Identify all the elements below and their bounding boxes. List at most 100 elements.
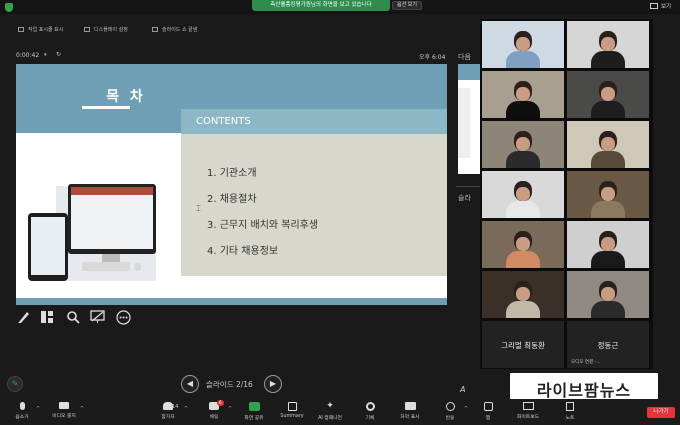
participant-video-tile[interactable] [567,271,649,318]
summary-button[interactable]: Summary [272,402,312,419]
participant-name: 그리멀 최동환 [501,341,545,350]
reaction-icon [445,402,455,411]
video-options-chevron-icon[interactable]: ^ [80,406,84,412]
slide-counter: 슬라이드 2/16 [206,380,253,389]
participant-face [516,37,530,51]
participant-face [516,137,530,151]
participant-face [516,87,530,101]
participant-count: 14 [172,404,179,410]
leave-button[interactable]: 나가기 [647,407,675,418]
slide-title: 목 차 [106,89,146,105]
audio-connection-status: 오디오 연결 -... [571,360,601,365]
arrow-right-icon: ▶ [269,379,277,388]
participants-button[interactable]: 14 참가자 [148,402,188,420]
agenda-item: 4. 기타 채용정보 [207,246,279,257]
participant-video-tile[interactable] [482,271,564,318]
apps-icon [483,402,493,411]
record-icon [365,402,375,411]
participant-body [506,201,540,218]
participant-body [506,51,540,68]
participant-body [591,251,625,268]
participant-video-tile[interactable] [482,21,564,68]
notes-label: 슬라 [458,194,471,202]
mouse-cursor-icon: ⌶ [196,204,201,213]
agenda-item: 2. 채용절차 [207,194,257,205]
agenda-box: 1. 기관소개 2. 채용절차 3. 근무지 배치와 복리후생 4. 기타 채용… [181,134,447,276]
next-slide-button[interactable]: ▶ [264,375,282,393]
participant-video-tile[interactable] [567,21,649,68]
tablet-image [28,213,68,281]
show-taskbar-button[interactable]: 작업 표시줄 표시 [18,26,63,33]
participant-body [591,201,625,218]
more-options-icon[interactable] [116,310,131,325]
participant-video-tile[interactable] [567,171,649,218]
elapsed-timer: 0:00:42 [16,52,40,59]
annotate-button[interactable]: ✎ [7,376,23,392]
view-options-button[interactable]: 옵션 보기 [392,1,422,10]
participant-body [506,101,540,118]
zoom-icon[interactable] [66,310,80,324]
clock: 오후 6:04 [419,54,446,61]
title-underline [82,106,130,109]
ai-companion-button[interactable]: ✦ AI 컴패니언 [310,401,350,422]
whiteboards-label: 화이트보드 [516,415,540,420]
end-slideshow-button[interactable]: 슬라이드 쇼 끝냄 [152,26,197,33]
view-button[interactable]: 보기 [650,2,671,10]
participant-video-tile[interactable] [567,71,649,118]
microphone-icon [19,402,25,410]
pause-icon[interactable]: ⏸ [44,52,47,59]
slides-grid-icon[interactable] [40,310,54,324]
next-slide-thumbnail[interactable] [458,64,480,174]
whiteboards-button[interactable]: 화이트보드 [508,402,548,420]
display-settings-button[interactable]: 디스플레이 설정 [84,26,128,33]
stop-video-label: 비디오 중지 [52,414,76,419]
whiteboard-icon [522,402,534,410]
stop-video-button[interactable]: 비디오 중지 [44,402,84,419]
contents-heading: CONTENTS [181,109,447,134]
chat-chevron-icon[interactable]: ^ [228,406,232,412]
notes-button[interactable]: 노트 [550,402,590,421]
participant-name: 정동근 [597,341,619,350]
keyboard-image [82,262,130,271]
view-label: 보기 [661,4,672,10]
participant-body [591,151,625,168]
participant-video-tile[interactable] [482,171,564,218]
shield-icon[interactable] [5,3,13,12]
reset-timer-icon[interactable]: ↻ [56,51,61,58]
previous-slide-button[interactable]: ◀ [181,375,199,393]
participants-chevron-icon[interactable]: ^ [184,406,188,412]
pencil-icon: ✎ [11,379,19,388]
captions-icon [404,402,416,410]
pen-tool-icon[interactable] [17,310,31,324]
ai-label: AI 컴패니언 [318,416,342,421]
apps-button[interactable]: 앱 [468,402,508,421]
share-screen-button[interactable]: 화면 공유 [234,402,274,421]
participant-video-tile[interactable] [567,121,649,168]
display-settings-label: 디스플레이 설정 [94,27,128,33]
text-size-icon[interactable]: A [460,385,465,394]
blackout-screen-icon[interactable] [90,310,105,324]
chat-label: 채팅 [209,415,219,420]
panel-divider [456,186,480,187]
record-button[interactable]: 기록 [350,402,390,421]
end-slideshow-label: 슬라이드 쇼 끝냄 [162,27,198,33]
participant-body [591,101,625,118]
participant-face [601,287,615,301]
sparkle-icon: ✦ [326,401,334,411]
participant-video-tile[interactable] [567,221,649,268]
participant-name-tile[interactable]: 정동근오디오 연결 -... [567,321,649,368]
participant-body [506,251,540,268]
agenda-item: 3. 근무지 배치와 복리후생 [207,220,319,231]
audio-options-chevron-icon[interactable]: ^ [36,406,40,412]
participant-video-tile[interactable] [482,71,564,118]
apps-label: 앱 [485,416,491,421]
participant-video-tile[interactable] [482,121,564,168]
notes-icon [566,402,574,411]
arrow-left-icon: ◀ [186,379,194,388]
captions-button[interactable]: 자막 표시 [390,402,430,420]
participant-video-tile[interactable] [482,221,564,268]
participant-name-tile[interactable]: 그리멀 최동환 [482,321,564,368]
show-taskbar-label: 작업 표시줄 표시 [28,27,64,33]
participant-face [516,187,530,201]
participant-face [601,37,615,51]
